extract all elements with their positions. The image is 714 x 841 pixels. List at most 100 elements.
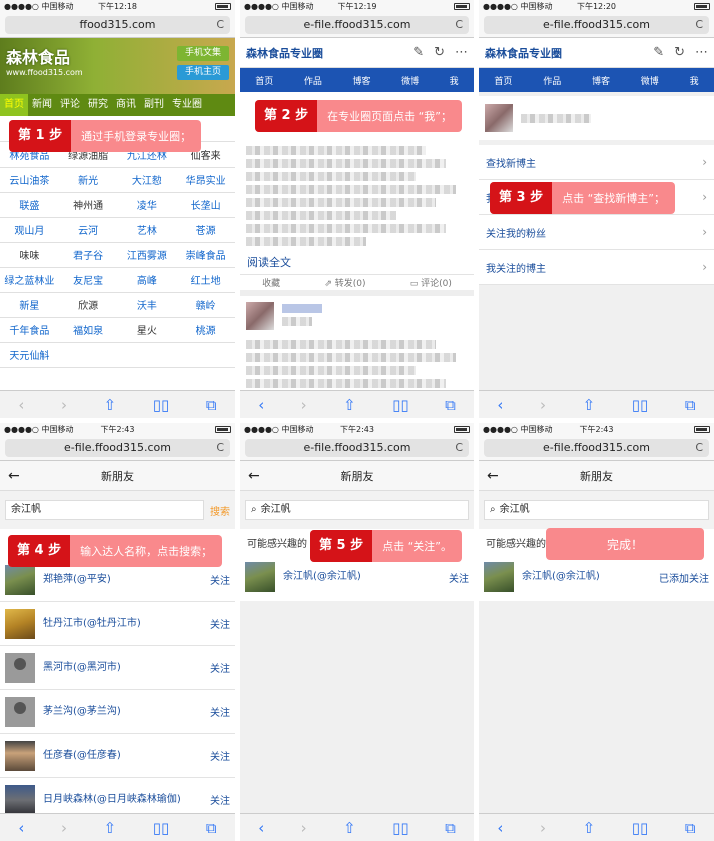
tabs-icon[interactable]: ⧉	[685, 819, 696, 837]
company-link[interactable]: 味味	[0, 242, 59, 268]
company-link[interactable]: 千年食品	[0, 317, 59, 343]
tabs-icon[interactable]: ⧉	[445, 396, 456, 414]
refresh-icon[interactable]: ↻	[674, 45, 685, 60]
articles-button[interactable]: 手机文集	[177, 46, 229, 61]
company-link[interactable]: 凌华	[117, 192, 177, 218]
company-link[interactable]: 福如泉	[58, 317, 118, 343]
follow-button[interactable]: 关注	[210, 616, 230, 631]
address-bar[interactable]: e-file.ffood315.com C	[479, 435, 714, 461]
back-arrow-icon[interactable]: ←	[487, 468, 499, 484]
share-icon[interactable]: ⇧	[104, 396, 117, 414]
back-icon[interactable]: ‹	[18, 396, 24, 414]
nav-comment[interactable]: 评论	[56, 94, 84, 116]
friend-name[interactable]: 牡丹江市(@牡丹江市)	[43, 618, 202, 630]
nav-supplement[interactable]: 副刊	[140, 94, 168, 116]
reload-icon[interactable]: C	[695, 16, 703, 34]
share-icon[interactable]: ⇧	[583, 819, 596, 837]
reload-icon[interactable]: C	[455, 439, 463, 457]
reload-icon[interactable]: C	[455, 16, 463, 34]
address-bar[interactable]: e-file.ffood315.com C	[240, 435, 474, 461]
tab-blog[interactable]: 博客	[352, 74, 370, 87]
avatar[interactable]	[5, 652, 35, 683]
company-link[interactable]: 华昂实业	[176, 167, 235, 193]
company-link[interactable]: 沃丰	[117, 292, 177, 318]
bookmarks-icon[interactable]: ▯▯	[632, 396, 649, 414]
bookmarks-icon[interactable]: ▯▯	[392, 819, 409, 837]
company-link[interactable]: 绿之蓝林业	[0, 267, 59, 293]
friend-name[interactable]: 日月峡森林(@日月峡森林瑜伽)	[43, 794, 202, 806]
edit-icon[interactable]: ✎	[653, 45, 664, 60]
share-icon[interactable]: ⇧	[343, 819, 356, 837]
tab-weibo[interactable]: 微博	[401, 74, 419, 87]
friend-name[interactable]: 任彦春(@任彦春)	[43, 750, 202, 762]
back-arrow-icon[interactable]: ←	[248, 468, 260, 484]
home-button[interactable]: 手机主页	[177, 65, 229, 80]
address-bar[interactable]: ffood315.com C	[0, 12, 235, 38]
tabs-icon[interactable]: ⧉	[206, 819, 217, 837]
follow-button[interactable]: 关注	[210, 704, 230, 719]
company-link[interactable]: 星火	[117, 317, 177, 343]
forward-icon[interactable]: ›	[61, 819, 67, 837]
company-link[interactable]: 新星	[0, 292, 59, 318]
follow-button[interactable]: 关注	[449, 570, 469, 585]
company-link[interactable]: 长垄山	[176, 192, 235, 218]
search-button[interactable]: 搜索	[210, 503, 230, 518]
bookmarks-icon[interactable]: ▯▯	[153, 396, 170, 414]
tabs-icon[interactable]: ⧉	[685, 396, 696, 414]
favorite-button[interactable]: 收藏	[262, 276, 280, 289]
share-icon[interactable]: ⇧	[104, 819, 117, 837]
nav-home[interactable]: 首页	[0, 94, 28, 116]
company-link[interactable]: 神州通	[58, 192, 118, 218]
friend-name[interactable]: 郑艳萍(@平安)	[43, 574, 202, 586]
address-bar[interactable]: e-file.ffood315.com C	[240, 12, 474, 38]
tab-home[interactable]: 首页	[255, 74, 273, 87]
forward-icon[interactable]: ›	[301, 819, 307, 837]
company-link[interactable]: 新光	[58, 167, 118, 193]
company-link[interactable]: 云河	[58, 217, 118, 243]
avatar[interactable]	[484, 562, 514, 592]
follow-button[interactable]: 关注	[210, 792, 230, 807]
follow-button[interactable]: 关注	[210, 660, 230, 675]
avatar[interactable]	[5, 740, 35, 771]
follow-button[interactable]: 关注	[210, 572, 230, 587]
company-link[interactable]: 云山油茶	[0, 167, 59, 193]
avatar[interactable]	[5, 564, 35, 595]
tab-me[interactable]: 我	[690, 74, 699, 87]
nav-pro-circle[interactable]: 专业圈	[168, 94, 206, 116]
edit-icon[interactable]: ✎	[413, 45, 424, 60]
repost-button[interactable]: ⇗ 转发(0)	[324, 276, 365, 289]
tab-weibo[interactable]: 微博	[641, 74, 659, 87]
bookmarks-icon[interactable]: ▯▯	[632, 819, 649, 837]
site-logo[interactable]: 森林食品	[6, 44, 70, 68]
avatar[interactable]	[246, 302, 274, 330]
forward-icon[interactable]: ›	[61, 396, 67, 414]
company-link[interactable]: 观山月	[0, 217, 59, 243]
company-link[interactable]: 联盛	[0, 192, 59, 218]
following-row[interactable]: 我关注的博主 ›	[479, 250, 714, 285]
follow-button[interactable]: 关注	[210, 748, 230, 763]
friend-name[interactable]: 黑河市(@黑河市)	[43, 662, 202, 674]
tab-blog[interactable]: 博客	[592, 74, 610, 87]
company-link[interactable]: 高峰	[117, 267, 177, 293]
address-bar[interactable]: e-file.ffood315.com C	[479, 12, 714, 38]
company-link[interactable]: 崇峰食品	[176, 242, 235, 268]
reload-icon[interactable]: C	[216, 16, 224, 34]
back-icon[interactable]: ‹	[18, 819, 24, 837]
company-link[interactable]: 赣岭	[176, 292, 235, 318]
read-more-link[interactable]: 阅读全文	[240, 250, 474, 274]
tab-works[interactable]: 作品	[304, 74, 322, 87]
avatar[interactable]	[5, 696, 35, 727]
tabs-icon[interactable]: ⧉	[206, 396, 217, 414]
company-link[interactable]: 君子谷	[58, 242, 118, 268]
search-input[interactable]: 余江帆	[5, 500, 204, 520]
address-bar[interactable]: e-file.ffood315.com C	[0, 435, 235, 461]
tabs-icon[interactable]: ⧉	[445, 819, 456, 837]
refresh-icon[interactable]: ↻	[434, 45, 445, 60]
avatar[interactable]	[5, 608, 35, 639]
company-link[interactable]: 天元仙斛	[0, 342, 59, 368]
bookmarks-icon[interactable]: ▯▯	[392, 396, 409, 414]
avatar[interactable]	[5, 784, 35, 815]
nav-research[interactable]: 研究	[84, 94, 112, 116]
company-link[interactable]: 红土地	[176, 267, 235, 293]
company-link[interactable]: 大江愸	[117, 167, 177, 193]
